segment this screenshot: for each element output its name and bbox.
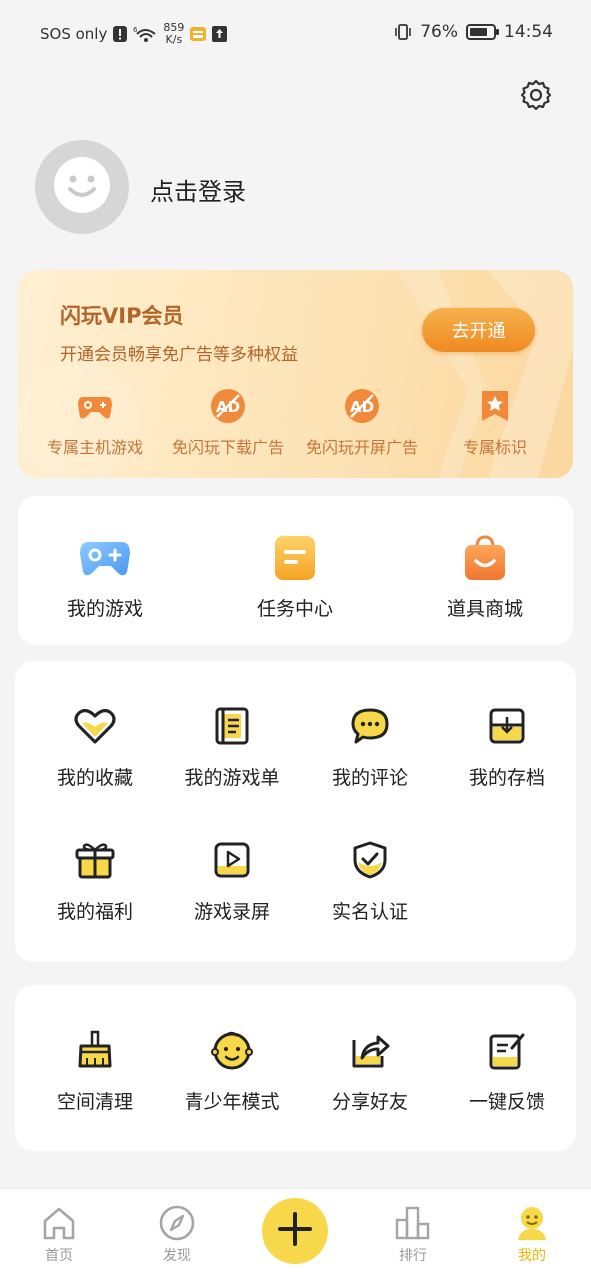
share-friends-button[interactable]: 分享好友 <box>301 1029 439 1114</box>
task-center-button[interactable]: 任务中心 <box>215 534 375 621</box>
nav-label: 发现 <box>163 1248 191 1264</box>
profile-icon <box>512 1203 552 1243</box>
vip-perk-label: 免闪玩下载广告 <box>171 438 284 457</box>
vip-perk-label: 专属标识 <box>462 438 527 457</box>
more-tools-card: 空间清理 青少年模式 分享好友 一键反馈 <box>15 985 576 1151</box>
my-favorites-button[interactable]: 我的收藏 <box>26 705 164 790</box>
tool-label: 我的游戏单 <box>184 767 280 789</box>
gift-icon <box>74 839 116 881</box>
rank-chart-icon <box>393 1203 433 1243</box>
nav-label: 我的 <box>518 1248 546 1264</box>
status-bar: SOS only 6 859 K/s 76% 14:54 <box>0 0 591 66</box>
gamepad-icon <box>79 534 131 582</box>
my-comments-button[interactable]: 我的评论 <box>301 705 439 790</box>
wifi-icon: 6 <box>133 25 157 43</box>
network-speed: 859 K/s <box>163 22 184 46</box>
tool-label: 空间清理 <box>56 1091 133 1113</box>
tool-label: 我的评论 <box>331 767 408 789</box>
real-name-verification-button[interactable]: 实名认证 <box>301 839 439 924</box>
vip-perk-label: 专属主机游戏 <box>46 438 143 457</box>
clock: 14:54 <box>504 22 553 42</box>
quick-label: 道具商城 <box>446 598 523 620</box>
vibrate-icon <box>394 23 412 41</box>
vip-perks: 专属主机游戏 AD 免闪玩下载广告 AD 免闪玩开屏广告 专属标识 <box>18 388 573 468</box>
nav-home[interactable]: 首页 <box>19 1203 99 1265</box>
heart-icon <box>74 705 116 747</box>
space-cleanup-button[interactable]: 空间清理 <box>26 1029 164 1114</box>
tool-label: 游戏录屏 <box>193 901 270 923</box>
share-icon <box>349 1029 391 1071</box>
my-benefits-button[interactable]: 我的福利 <box>26 839 164 924</box>
vip-perk-no-splash-ads[interactable]: AD 免闪玩开屏广告 <box>287 388 437 458</box>
vip-perk-console-games[interactable]: 专属主机游戏 <box>20 388 170 458</box>
nav-ranking[interactable]: 排行 <box>373 1203 453 1265</box>
task-icon <box>269 534 321 582</box>
home-icon <box>39 1203 79 1243</box>
tool-label: 我的存档 <box>468 767 545 789</box>
battery-icon <box>466 24 499 40</box>
settings-button[interactable] <box>519 78 553 112</box>
teen-mode-button[interactable]: 青少年模式 <box>163 1029 301 1114</box>
game-recording-button[interactable]: 游戏录屏 <box>163 839 301 924</box>
upload-notification-icon <box>212 26 228 42</box>
item-shop-button[interactable]: 道具商城 <box>405 534 565 621</box>
vip-open-button[interactable]: 去开通 <box>422 308 535 352</box>
login-link[interactable]: 点击登录 <box>150 172 246 207</box>
my-saves-button[interactable]: 我的存档 <box>438 705 576 790</box>
alert-icon <box>113 26 128 42</box>
comment-icon <box>349 705 391 747</box>
avatar[interactable] <box>35 140 129 234</box>
no-ad-icon: AD <box>344 388 380 424</box>
quick-label: 我的游戏 <box>66 598 143 620</box>
quick-actions-card: 我的游戏 任务中心 道具商城 <box>18 496 573 645</box>
my-games-button[interactable]: 我的游戏 <box>25 534 185 621</box>
archive-icon <box>486 705 528 747</box>
badge-star-icon <box>477 388 513 424</box>
shield-check-icon <box>349 839 391 881</box>
tool-label: 分享好友 <box>331 1091 408 1113</box>
tool-label: 一键反馈 <box>468 1091 545 1113</box>
vip-card[interactable]: 闪玩VIP会员 开通会员畅享免广告等多种权益 去开通 专属主机游戏 AD 免闪玩… <box>18 270 573 478</box>
tool-label: 我的收藏 <box>56 767 133 789</box>
feedback-icon <box>486 1029 528 1071</box>
vip-perk-no-download-ads[interactable]: AD 免闪玩下载广告 <box>153 388 303 458</box>
carrier-text: SOS only <box>40 25 108 43</box>
tools-card: 我的收藏 我的游戏单 我的评论 我的存档 我的福利 游戏录屏 实名认证 <box>15 661 576 962</box>
nav-label: 首页 <box>45 1248 73 1264</box>
compass-icon <box>157 1203 197 1243</box>
list-book-icon <box>211 705 253 747</box>
smiley-face-icon <box>52 155 112 219</box>
gamepad-icon <box>77 388 113 424</box>
my-game-list-button[interactable]: 我的游戏单 <box>163 705 301 790</box>
add-button[interactable] <box>262 1198 328 1264</box>
vip-subtitle: 开通会员畅享免广告等多种权益 <box>60 345 298 365</box>
gear-icon <box>519 79 553 116</box>
app-notification-icon <box>190 26 207 42</box>
plus-icon <box>277 1211 313 1251</box>
child-face-icon <box>211 1029 253 1071</box>
tool-label: 青少年模式 <box>184 1091 280 1113</box>
no-ad-icon: AD <box>210 388 246 424</box>
battery-percent: 76% <box>420 22 458 42</box>
play-record-icon <box>211 839 253 881</box>
shopping-bag-icon <box>459 534 511 582</box>
tool-label: 我的福利 <box>56 901 133 923</box>
quick-label: 任务中心 <box>256 598 333 620</box>
network-speed-unit: K/s <box>165 33 183 46</box>
tool-label: 实名认证 <box>331 901 408 923</box>
vip-title: 闪玩VIP会员 <box>60 304 184 328</box>
nav-mine[interactable]: 我的 <box>492 1203 572 1265</box>
vip-perk-exclusive-badge[interactable]: 专属标识 <box>420 388 570 458</box>
vip-perk-label: 免闪玩开屏广告 <box>305 438 418 457</box>
nav-discover[interactable]: 发现 <box>137 1203 217 1265</box>
nav-label: 排行 <box>399 1248 427 1264</box>
feedback-button[interactable]: 一键反馈 <box>438 1029 576 1114</box>
broom-icon <box>74 1029 116 1071</box>
